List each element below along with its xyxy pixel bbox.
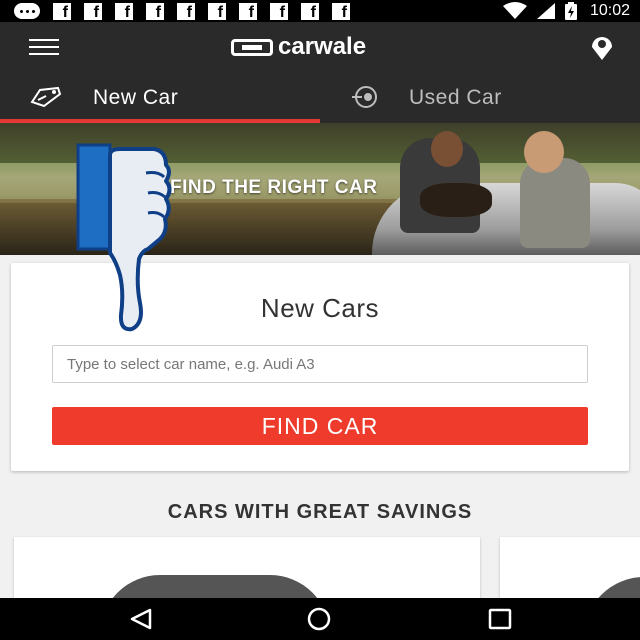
facebook-icon: f [239,2,257,20]
savings-car-card[interactable] [14,537,480,598]
message-dots-icon [14,3,40,19]
carwale-logo: carwale [231,33,367,60]
find-car-button[interactable]: FIND CAR [52,407,588,445]
tab-used-car-label: Used Car [409,86,502,109]
location-pin-icon[interactable] [588,34,616,62]
signal-icon [536,3,555,19]
battery-charging-icon [564,2,577,20]
banner-heading: FIND THE RIGHT CAR [170,177,378,198]
facebook-icon: f [84,2,102,20]
home-icon[interactable] [306,607,332,631]
new-car-search-card: New Cars FIND CAR [11,263,629,471]
tab-used-car[interactable]: Used Car [320,72,640,123]
facebook-icon: f [146,2,164,20]
car-name-search-input[interactable] [52,345,588,383]
facebook-icon: f [270,2,288,20]
back-icon[interactable] [128,607,154,631]
main-content: New Cars FIND CAR CARS WITH GREAT SAVING… [0,255,640,598]
car-tag-icon [30,86,62,108]
logo-mark [231,38,273,56]
hamburger-menu-icon[interactable] [29,39,59,55]
car-image [584,577,640,598]
status-bar: f f f f f f f f f f 10:02 [0,0,640,22]
status-time: 10:02 [589,2,630,19]
facebook-icon: f [208,2,226,20]
system-icons: 10:02 [502,2,630,20]
tab-new-car-label: New Car [93,86,179,109]
savings-car-card[interactable] [500,537,640,598]
facebook-icon: f [332,2,350,20]
wifi-icon [502,2,527,19]
facebook-icon: f [115,2,133,20]
recent-apps-icon[interactable] [487,607,513,631]
notification-icons: f f f f f f f f f f [14,2,350,20]
facebook-icon: f [301,2,319,20]
car-key-icon [352,86,377,108]
android-nav-bar [0,598,640,640]
hero-banner: FIND THE RIGHT CAR [0,123,640,255]
facebook-icon: f [177,2,195,20]
savings-section-heading: CARS WITH GREAT SAVINGS [167,501,473,523]
car-type-tabs: New Car Used Car [0,72,640,123]
app-bar: carwale [0,22,640,72]
facebook-icon: f [53,2,71,20]
tab-new-car[interactable]: New Car [0,72,320,123]
card-title: New Cars [260,293,380,323]
logo-text: carwale [278,33,367,60]
car-image [100,575,330,598]
